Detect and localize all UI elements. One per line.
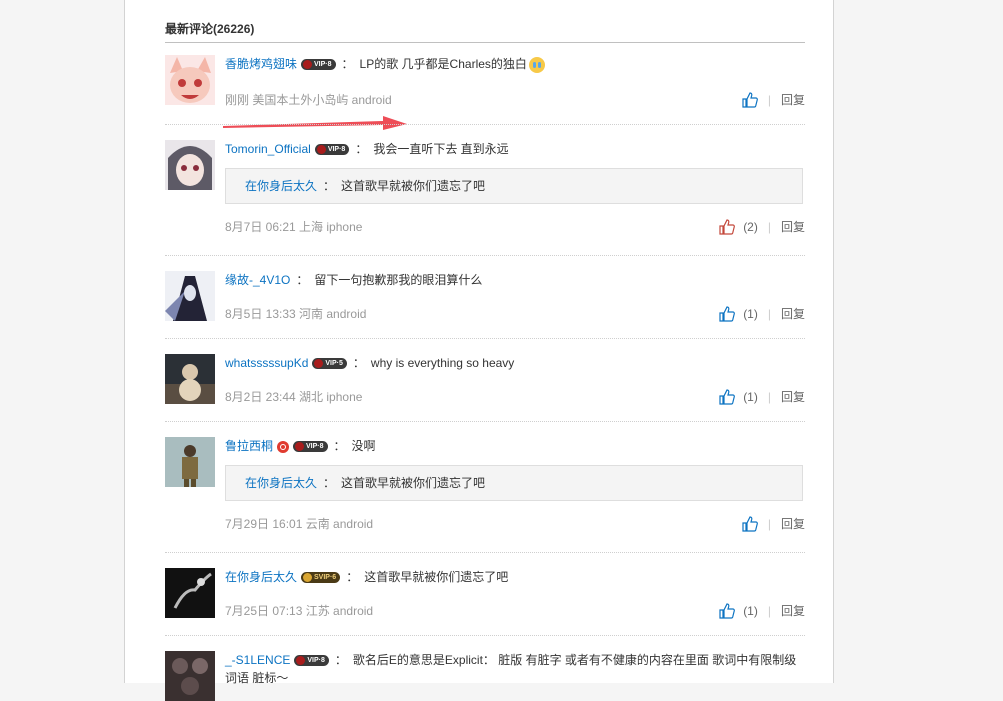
comment-time: 8月7日 06:21 上海 iphone — [225, 220, 363, 234]
colon: ： — [352, 356, 365, 370]
comments-panel: 最新评论(26226) 香脆烤鸡翅味 VIP·8 ： LP的歌 几乎都是Charles… — [124, 0, 834, 701]
colon: ： — [333, 439, 346, 453]
vip-badge: VIP·8 — [293, 441, 328, 453]
avatar[interactable] — [165, 354, 215, 404]
colon: ： — [334, 653, 347, 667]
username-link[interactable]: Tomorin_Official — [225, 142, 311, 156]
comment-text: 我会一直听下去 直到永远 — [373, 142, 509, 156]
crying-emoji-icon — [528, 56, 545, 73]
vip-badge: VIP·8 — [314, 144, 350, 156]
quoted-username-link[interactable]: 在你身后太久 — [245, 476, 317, 490]
comment-time: 8月5日 13:33 河南 android — [225, 307, 367, 321]
thumbs-up-icon[interactable] — [719, 603, 736, 619]
divider — [165, 338, 805, 339]
username-link[interactable]: 鲁拉西桐 — [225, 439, 273, 453]
comment-meta: 8月2日 23:44 湖北 iphone (1) | 回复 — [225, 388, 805, 406]
thumbs-up-icon[interactable] — [719, 219, 736, 235]
comment-meta: 8月7日 06:21 上海 iphone (2) | 回复 — [225, 218, 805, 236]
username-link[interactable]: _-S1LENCE — [225, 653, 290, 667]
avatar[interactable] — [165, 568, 215, 618]
avatar[interactable] — [165, 55, 215, 105]
avatar[interactable] — [165, 437, 215, 487]
reply-button[interactable]: 回复 — [781, 218, 805, 236]
divider — [165, 255, 805, 256]
avatar[interactable] — [165, 140, 215, 190]
comment-time: 7月29日 16:01 云南 android — [225, 517, 374, 531]
reply-button[interactable]: 回复 — [781, 388, 805, 406]
colon: ： — [323, 476, 336, 490]
svip-badge: SVIP·6 — [301, 572, 341, 584]
reply-button[interactable]: 回复 — [781, 91, 805, 109]
vip-badge: VIP·8 — [301, 59, 336, 71]
quoted-reply: 在你身后太久 ： 这首歌早就被你们遗忘了吧 — [225, 168, 803, 204]
comment-time: 刚刚 美国本土外小岛屿 android — [225, 93, 392, 107]
reply-button[interactable]: 回复 — [781, 602, 805, 620]
separator: | — [767, 604, 771, 618]
comment-meta: 7月29日 16:01 云南 android | 回复 — [225, 515, 805, 533]
colon: ： — [341, 57, 354, 71]
quoted-text: 这首歌早就被你们遗忘了吧 — [341, 179, 486, 193]
reply-button[interactable]: 回复 — [781, 305, 805, 323]
colon: ： — [346, 570, 359, 584]
comment-text: 没啊 — [351, 439, 376, 453]
comment-meta: 8月5日 13:33 河南 android (1) | 回复 — [225, 305, 805, 323]
like-count: (1) — [743, 307, 758, 321]
username-link[interactable]: whatsssssupKd — [225, 356, 308, 370]
like-count: (1) — [743, 604, 758, 618]
vip-badge: VIP·8 — [294, 655, 329, 667]
comment-text: LP的歌 几乎都是Charles的独白 — [359, 57, 527, 71]
like-count: (1) — [743, 390, 758, 404]
thumbs-up-icon[interactable] — [719, 306, 736, 322]
separator: | — [767, 93, 771, 107]
divider — [165, 421, 805, 422]
comment-time: 8月2日 23:44 湖北 iphone — [225, 390, 363, 404]
reply-button[interactable]: 回复 — [781, 515, 805, 533]
verified-icon — [277, 440, 290, 453]
colon: ： — [355, 142, 368, 156]
separator: | — [767, 390, 771, 404]
thumbs-up-icon[interactable] — [719, 389, 736, 405]
avatar[interactable] — [165, 271, 215, 321]
comment-time: 7月25日 07:13 江苏 android — [225, 604, 374, 618]
username-link[interactable]: 缘故-_4V1O — [225, 273, 290, 287]
thumbs-up-icon[interactable] — [742, 516, 758, 532]
comment-text: why is everything so heavy — [370, 356, 515, 370]
separator: | — [767, 517, 771, 531]
username-link[interactable]: 在你身后太久 — [225, 570, 297, 584]
comment-meta: 7月25日 07:13 江苏 android (1) | 回复 — [225, 602, 805, 620]
quoted-text: 这首歌早就被你们遗忘了吧 — [341, 476, 486, 490]
section-title: 最新评论(26226) — [165, 20, 805, 43]
comment-text: 留下一句抱歉那我的眼泪算什么 — [314, 273, 483, 287]
thumbs-up-icon[interactable] — [742, 92, 758, 108]
like-count: (2) — [743, 220, 758, 234]
separator: | — [767, 220, 771, 234]
quoted-reply: 在你身后太久 ： 这首歌早就被你们遗忘了吧 — [225, 465, 803, 501]
quoted-username-link[interactable]: 在你身后太久 — [245, 179, 317, 193]
comment-text: 这首歌早就被你们遗忘了吧 — [364, 570, 509, 584]
username-link[interactable]: 香脆烤鸡翅味 — [225, 57, 297, 71]
colon: ： — [323, 179, 336, 193]
divider — [165, 635, 805, 636]
colon: ： — [296, 273, 309, 287]
separator: | — [767, 307, 771, 321]
divider — [165, 552, 805, 553]
divider — [165, 124, 805, 125]
comment-meta: 刚刚 美国本土外小岛屿 android | 回复 — [225, 91, 805, 109]
avatar[interactable] — [165, 651, 215, 701]
vip-badge: VIP·5 — [312, 358, 347, 370]
